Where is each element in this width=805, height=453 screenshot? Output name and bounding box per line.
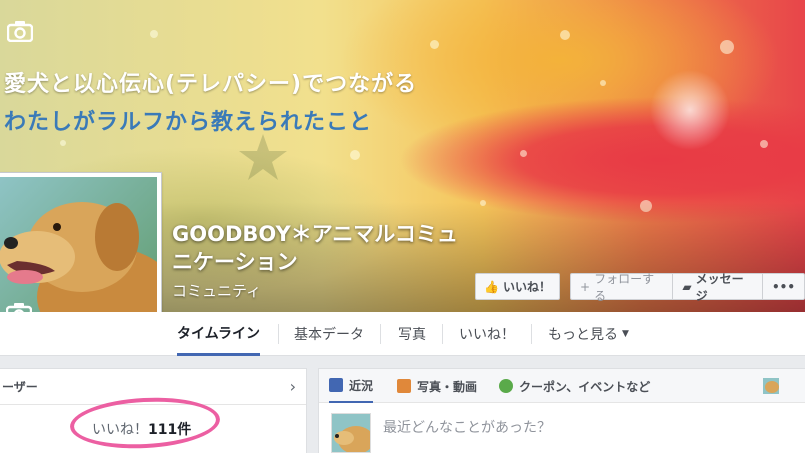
tab-more[interactable]: もっと見る ▼ [548,312,629,356]
composer-tab-label: 写真・動画 [417,379,478,394]
sparkle [60,140,66,146]
message-button[interactable]: ▰ メッセージ [672,272,762,303]
sparkle [430,40,439,49]
chevron-down-icon: ▼ [622,329,629,339]
sparkle [560,30,570,40]
follow-button-label: フォローする [594,271,655,303]
more-actions-button[interactable]: ••• [761,274,804,299]
card-header-label: ーザー [2,380,38,394]
star-decoration [239,134,287,180]
edit-icon [329,378,343,392]
sparkle [150,30,158,38]
tab-label: もっと見る [548,327,618,343]
camera-icon[interactable] [7,20,33,42]
tab-photos[interactable]: 写真 [398,312,426,356]
message-icon: ▰ [682,279,692,294]
sparkle [760,140,768,148]
photo-icon [397,379,411,393]
status-input[interactable]: 最近どんなことがあった？ [383,417,551,437]
page-avatar-small[interactable] [763,378,779,394]
avatar [331,413,371,453]
thumbs-up-icon: 👍 [484,279,499,294]
page-nav: タイムライン 基本データ 写真 いいね！ もっと見る ▼ [0,312,805,356]
post-composer: 近況 写真・動画 クーポン、イベントなど 最近どんなことがあった？ [318,368,805,453]
composer-tab-photo[interactable]: 写真・動画 [397,369,477,403]
sparkle [600,80,606,86]
cover-tagline-2: わたしがラルフから教えられたこと [4,110,373,135]
cover-tagline-1: 愛犬と以心伝心(テレパシー)でつながる [4,72,418,97]
plus-icon: + [580,279,591,294]
like-button[interactable]: 👍 いいね！ [475,273,560,300]
tab-label: タイムライン [177,325,261,342]
message-button-label: メッセージ [695,271,744,303]
tab-label: 写真 [398,327,426,343]
tab-divider [380,324,381,344]
composer-tab-offer[interactable]: クーポン、イベントなど [499,369,650,403]
page-title: GOODBOY＊アニマルコミュニケーション [172,222,458,274]
sparkle [350,150,360,160]
composer-tab-status[interactable]: 近況 [329,369,374,403]
page-category[interactable]: コミュニティ [172,280,261,301]
more-icon: ••• [771,279,795,294]
composer-tabs: 近況 写真・動画 クーポン、イベントなど [319,369,805,403]
tab-likes[interactable]: いいね！ [459,312,515,356]
chevron-right-icon[interactable]: › [290,377,296,396]
like-button-label: いいね！ [502,280,551,294]
sparkle [520,150,527,157]
composer-tab-label: クーポン、イベントなど [519,379,651,394]
composer-tab-label: 近況 [349,378,374,393]
offer-icon [499,379,513,393]
tab-timeline[interactable]: タイムライン [177,312,261,356]
page-actions: + フォローする ▰ メッセージ ••• [570,272,805,303]
tab-divider [442,324,443,344]
tab-divider [278,324,279,344]
tab-label: 基本データ [294,327,364,343]
follow-button[interactable]: + フォローする [571,272,672,303]
tab-label: いいね！ [459,327,515,343]
tab-about[interactable]: 基本データ [294,312,364,356]
tab-divider [531,324,532,344]
sparkle [720,40,734,54]
